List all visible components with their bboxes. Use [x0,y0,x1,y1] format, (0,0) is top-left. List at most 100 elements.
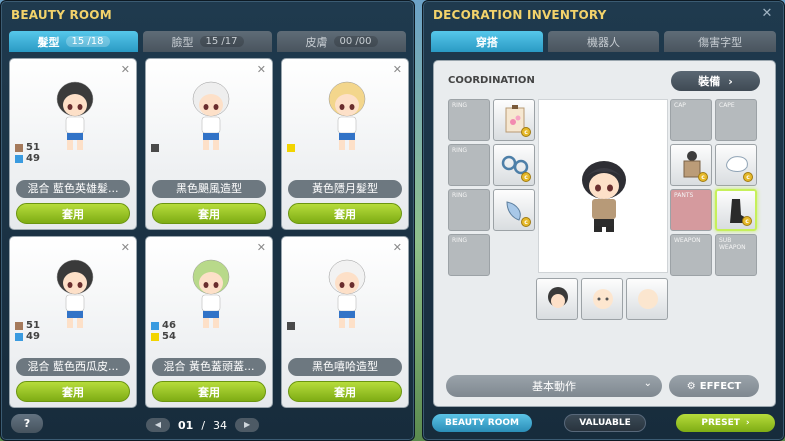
slot-sub-weapon[interactable]: SUB WEAPON [715,234,757,276]
remove-icon[interactable]: ✕ [257,241,266,254]
apply-button[interactable]: 套用 [152,203,266,224]
color-swatch [287,142,298,153]
apply-button[interactable]: 套用 [16,203,130,224]
swatch-ratio: 46 [162,320,176,331]
slot-gloves[interactable]: c [715,144,757,186]
apply-button[interactable]: 套用 [16,381,130,402]
beauty-room-button[interactable]: BEAUTY ROOM [432,414,532,432]
apply-button[interactable]: 套用 [288,381,402,402]
slot-ring-2[interactable]: RING [448,144,490,186]
hair-preview-avatar [328,259,366,328]
hair-preview-avatar [56,81,94,150]
hair-preview-avatar [192,259,230,328]
swatch-ratio: 51 [26,142,40,153]
close-icon[interactable]: ✕ [760,7,774,21]
beauty-room-panel: BEAUTY ROOM 髮型 15 /18 臉型 15 /17 皮膚 00 /00 ✕… [0,0,415,441]
color-mix: 51 49 [15,320,40,342]
coin-icon: c [698,172,708,182]
tab-face-label: 臉型 [171,35,194,49]
slot-shoes[interactable]: c [715,189,757,231]
tab-damage-skin[interactable]: 傷害字型 [664,31,777,52]
slot-ring-1-label: RING [452,102,468,109]
motion-select[interactable]: 基本動作 ⌄ [446,375,662,397]
hair-preview-avatar [192,81,230,150]
tab-outfit[interactable]: 穿搭 [431,31,543,52]
coin-icon: c [521,172,531,182]
slot-ring-4[interactable]: RING [448,234,490,276]
slot-pendant[interactable]: c [493,99,535,141]
page-current: 01 [178,418,194,432]
hair-card[interactable]: ✕ 黑色嘻哈造型 套用 [281,236,409,408]
color-swatch: 49 [15,331,40,342]
slot-ring-1[interactable]: RING [448,99,490,141]
color-swatch: 49 [15,153,40,164]
swatch-color [287,321,295,330]
coin-icon: c [742,216,752,226]
tab-hair[interactable]: 髮型 15 /18 [9,31,138,52]
remove-icon[interactable]: ✕ [121,241,130,254]
tab-face[interactable]: 臉型 15 /17 [143,31,272,52]
hair-name: 黃色隱月髮型 [288,180,402,198]
coordination-area: COORDINATION 裝備 › RING RING RING RING c c… [433,60,776,407]
swatch-color [151,321,159,330]
slot-cape[interactable]: CAPE [715,99,757,141]
preset-button[interactable]: PRESET › [676,414,775,432]
remove-icon[interactable]: ✕ [393,63,402,76]
hair-preview-icon [548,287,568,308]
face-preview-icon [593,289,613,309]
slot-ring-3-label: RING [452,192,468,199]
hair-card[interactable]: ✕ 51 49 混合 藍色西瓜皮... 套用 [9,236,137,408]
slot-top[interactable]: c [670,144,712,186]
hair-preview-avatar [56,259,94,328]
beauty-room-button-label: BEAUTY ROOM [445,418,519,428]
motion-select-value: 基本動作 [532,380,576,393]
slot-cap[interactable]: CAP [670,99,712,141]
coin-icon: c [521,127,531,137]
help-button[interactable]: ? [11,414,43,433]
apply-button[interactable]: 套用 [152,381,266,402]
valuable-button-label: VALUABLE [579,418,631,428]
color-swatch [287,320,298,331]
tab-hair-count: 15 /18 [65,36,110,47]
remove-icon[interactable]: ✕ [257,63,266,76]
slot-ring-2-label: RING [452,147,468,154]
slot-earring[interactable]: c [493,189,535,231]
equip-button[interactable]: 裝備 › [671,71,760,91]
color-swatch: 51 [15,142,40,153]
skin-preview-icon [638,289,658,309]
slot-weapon[interactable]: WEAPON [670,234,712,276]
effect-button[interactable]: ⚙ EFFECT [669,375,759,397]
swatch-ratio: 49 [26,153,40,164]
slot-hair[interactable] [536,278,578,320]
valuable-button[interactable]: VALUABLE [564,414,646,432]
coin-icon: c [521,217,531,227]
slot-face[interactable] [581,278,623,320]
chevron-right-icon: › [728,74,733,88]
tab-android[interactable]: 機器人 [547,31,660,52]
slot-eye-accessory[interactable]: c [493,144,535,186]
slot-skin[interactable] [626,278,668,320]
hair-name: 混合 黃色蓋頭蓋... [152,358,266,376]
hair-card[interactable]: ✕ 黃色隱月髮型 套用 [281,58,409,230]
hair-card[interactable]: ✕ 黑色颶風造型 套用 [145,58,273,230]
swatch-color [15,321,23,330]
next-page-button[interactable]: ▶ [235,418,260,432]
remove-icon[interactable]: ✕ [121,63,130,76]
gear-icon: ⚙ [686,380,696,392]
apply-button[interactable]: 套用 [288,203,402,224]
hair-card[interactable]: ✕ 51 49 混合 藍色英雄髮... 套用 [9,58,137,230]
hair-name: 混合 藍色英雄髮... [16,180,130,198]
preset-button-label: PRESET [701,418,740,428]
slot-pants[interactable]: PANTS [670,189,712,231]
prev-page-button[interactable]: ◀ [146,418,170,432]
remove-icon[interactable]: ✕ [393,241,402,254]
beauty-room-title: BEAUTY ROOM [11,8,112,22]
swatch-color [15,143,23,152]
hair-card[interactable]: ✕ 46 54 混合 黃色蓋頭蓋... 套用 [145,236,273,408]
swatch-ratio: 49 [26,331,40,342]
color-mix: 51 49 [15,142,40,164]
slot-weapon-label: WEAPON [674,237,701,244]
tab-skin[interactable]: 皮膚 00 /00 [277,31,406,52]
page-separator: / [201,418,206,432]
slot-ring-3[interactable]: RING [448,189,490,231]
